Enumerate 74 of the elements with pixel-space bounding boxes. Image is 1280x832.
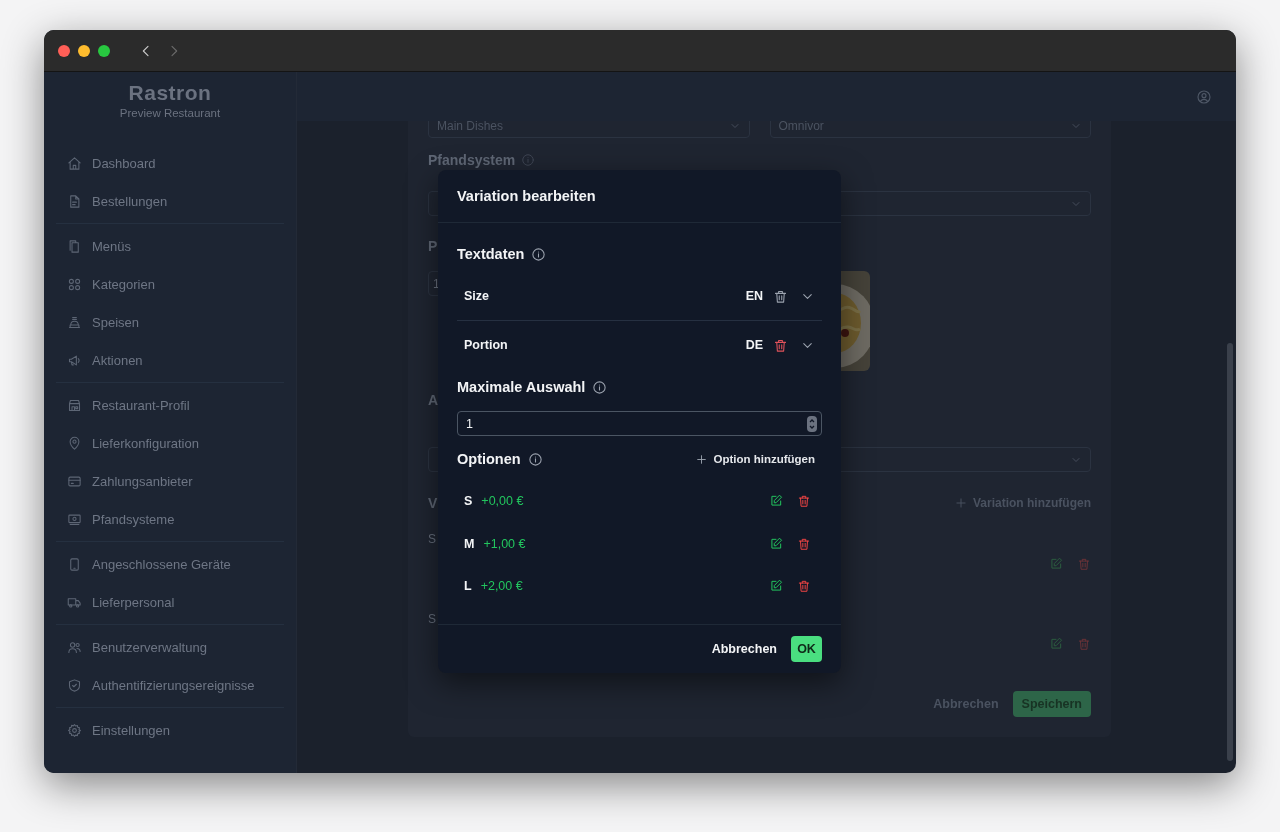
spinner-icon[interactable] — [807, 415, 817, 432]
info-icon — [527, 451, 543, 467]
info-icon — [531, 246, 547, 262]
trash-icon[interactable] — [797, 579, 811, 594]
shield-icon — [67, 677, 82, 693]
sidebar-item[interactable]: Authentifizierungsereignisse — [56, 666, 284, 704]
option-name: M — [464, 536, 475, 551]
sidebar-item[interactable]: Restaurant-Profil — [56, 386, 284, 424]
info-icon — [592, 379, 608, 395]
settings-icon — [67, 722, 82, 738]
section-label: Pfandsystem — [428, 151, 516, 169]
text-entry-row[interactable]: Size EN — [457, 272, 822, 320]
tablet-icon — [67, 556, 82, 572]
window-minimize-button[interactable] — [78, 44, 90, 57]
text-entry-row[interactable]: Portion DE — [457, 320, 822, 369]
sidebar-item[interactable]: Lieferkonfiguration — [56, 424, 284, 462]
banknote-icon — [67, 511, 82, 527]
sidebar-item[interactable]: Zahlungsanbieter — [56, 462, 284, 500]
ok-button[interactable]: OK — [791, 636, 822, 662]
info-icon — [521, 153, 536, 167]
option-price: +0,00 € — [481, 494, 524, 509]
language-code: DE — [745, 338, 763, 352]
section-label: P — [428, 237, 438, 255]
house-icon — [67, 155, 82, 171]
window-close-button[interactable] — [58, 44, 70, 57]
sidebar-item[interactable]: Kategorien — [56, 265, 284, 303]
sidebar-item[interactable]: Speisen — [56, 303, 284, 341]
option-name: S — [464, 494, 473, 509]
grid-icon — [67, 276, 82, 292]
tray-icon — [67, 314, 82, 330]
store-icon — [67, 397, 82, 413]
sidebar-item[interactable]: Bestellungen — [56, 182, 284, 220]
section-label: V — [428, 494, 438, 512]
logo: Rastron — [128, 81, 212, 105]
location-pin-icon — [67, 435, 82, 451]
text-entry-label: Size — [464, 289, 489, 303]
option-price: +2,00 € — [480, 579, 523, 594]
sidebar-item[interactable]: Benutzerverwaltung — [56, 628, 284, 666]
add-option-button[interactable]: Option hinzufügen — [695, 449, 815, 469]
sidebar-item[interactable]: Einstellungen — [56, 711, 284, 749]
cancel-button[interactable]: Abbrechen — [711, 642, 777, 656]
document-icon — [67, 193, 82, 209]
sidebar-item[interactable]: Pfandsysteme — [56, 500, 284, 538]
number-input[interactable]: 1 — [457, 411, 822, 436]
edit-icon[interactable] — [769, 579, 783, 594]
sidebar-item[interactable]: Lieferpersonal — [56, 583, 284, 621]
variation-name: S — [428, 611, 436, 628]
edit-icon[interactable] — [769, 494, 783, 509]
trash-icon[interactable] — [797, 536, 811, 551]
scrollbar[interactable] — [1227, 343, 1233, 761]
text-entry-label: Portion — [464, 338, 508, 352]
section-label: A — [428, 391, 439, 409]
sidebar-item[interactable]: Angeschlossene Geräte — [56, 545, 284, 583]
edit-icon[interactable] — [769, 536, 783, 551]
copy-icon — [67, 238, 82, 254]
credit-card-icon — [67, 473, 82, 489]
restaurant-name: Preview Restaurant — [119, 106, 221, 121]
variation-name: S — [428, 531, 436, 548]
trash-icon[interactable] — [797, 494, 811, 509]
option-price: +1,00 € — [483, 536, 526, 551]
option-name: L — [464, 579, 472, 594]
section-heading: Optionen — [457, 450, 521, 469]
users-icon — [67, 639, 82, 655]
section-heading: Textdaten — [457, 245, 525, 264]
plus-icon — [954, 496, 968, 510]
section-heading: Maximale Auswahl — [457, 378, 586, 397]
language-code: EN — [745, 289, 763, 303]
sidebar-item[interactable]: Aktionen — [56, 341, 284, 379]
plus-icon — [695, 452, 709, 466]
sidebar-item[interactable]: Menüs — [56, 227, 284, 265]
window-zoom-button[interactable] — [98, 44, 110, 57]
trash-icon[interactable] — [773, 337, 788, 353]
dialog-title: Variation bearbeiten — [457, 188, 596, 204]
sidebar-item[interactable]: Dashboard — [56, 144, 284, 182]
